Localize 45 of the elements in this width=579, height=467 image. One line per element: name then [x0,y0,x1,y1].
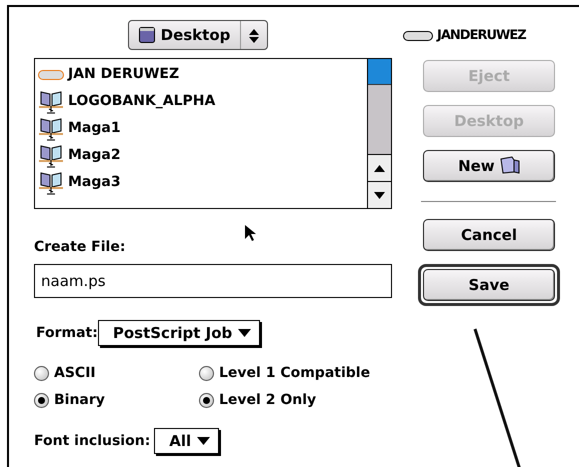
font-inclusion-popup[interactable]: All [154,428,220,454]
radio-option[interactable]: Level 1 Compatible [199,360,370,387]
dropdown-caret-icon [238,329,252,337]
create-file-label: Create File: [34,238,126,257]
radio-label: Level 2 Only [219,391,316,410]
dialog-button[interactable]: New [423,150,555,182]
font-inclusion-label: Font inclusion: [34,432,150,450]
radio-label: ASCII [54,364,96,383]
drive-icon [38,70,64,80]
desktop-icon [138,27,155,43]
scroll-down-button[interactable] [368,181,391,208]
mouse-pointer-icon [245,225,257,242]
radio-option[interactable]: ASCII [34,360,199,387]
location-popup[interactable]: Desktop [128,20,268,50]
dropdown-caret-icon [197,437,210,445]
down-arrow-icon [374,192,385,198]
format-label: Format: [36,324,98,342]
scroll-up-button[interactable] [368,154,391,181]
shared-folder-icon [38,116,64,140]
radio-button[interactable] [34,366,49,381]
shared-folder-icon [38,144,64,168]
folder-icon [500,156,520,174]
format-popup[interactable]: PostScript Job [98,320,260,346]
shared-folder-icon [38,170,64,194]
drive-icon [403,31,433,41]
shared-folder-icon [38,90,64,114]
file-list-item[interactable]: Maga2 [35,142,367,169]
radio-option[interactable]: Level 2 Only [199,387,370,414]
volume-name: JANDERUWEZ [437,27,526,46]
dialog-button[interactable]: Cancel [423,219,555,251]
scroll-thumb[interactable] [368,59,391,85]
radio-label: Level 1 Compatible [219,364,370,383]
file-list-item[interactable]: JAN DERUWEZ [35,61,367,88]
up-arrow-icon [374,164,385,172]
radio-option[interactable]: Binary [34,387,199,414]
file-list-item[interactable]: Maga1 [35,115,367,142]
dialog-button[interactable]: Save [423,269,555,301]
file-name-field[interactable]: naam.ps [34,264,392,298]
file-list-item[interactable]: Maga3 [35,169,367,196]
radio-button[interactable] [199,393,214,408]
radio-label: Binary [54,391,105,410]
scroll-bar[interactable] [367,59,391,208]
radio-button[interactable] [34,393,49,408]
radio-button[interactable] [199,366,214,381]
file-list-item[interactable]: LOGOBANK_ALPHA [35,88,367,115]
